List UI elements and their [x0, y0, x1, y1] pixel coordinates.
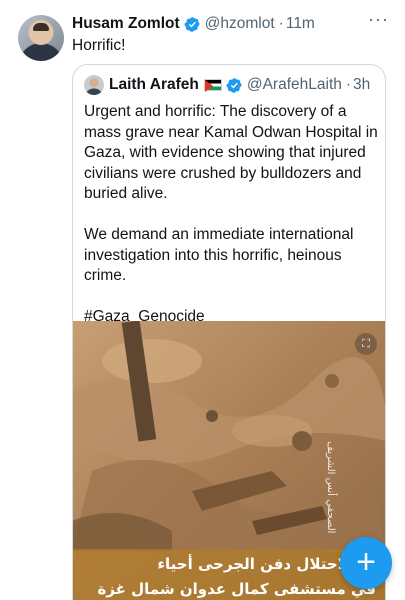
- compose-button[interactable]: +: [340, 537, 392, 589]
- quoted-author-handle[interactable]: @ArafehLaith: [247, 76, 342, 94]
- quoted-time-separator: ·: [345, 76, 352, 93]
- caption-line-1: الاحتلال دفن الجرحى أحياء: [157, 555, 354, 573]
- quoted-author-name[interactable]: Laith Arafeh: [109, 76, 199, 94]
- caption-line-2: في مستشفى كمال عدوان شمال غزة: [97, 580, 376, 598]
- quoted-tweet-header: Laith Arafeh @ArafehLaith · 3h: [84, 74, 370, 96]
- palestine-flag-icon: [203, 79, 222, 92]
- quoted-tweet-time[interactable]: 3h: [353, 76, 370, 94]
- media-watermark-icon: ⛶: [355, 333, 377, 355]
- author-name[interactable]: Husam Zomlot: [72, 15, 180, 33]
- quoted-tweet[interactable]: Laith Arafeh @ArafehLaith · 3h Urgent an…: [72, 64, 386, 600]
- author-avatar[interactable]: [18, 15, 64, 61]
- quoted-media-video[interactable]: ⛶ الصحفي أنس الشريف الاحتلال دفن الجرحى …: [73, 321, 385, 600]
- quoted-paragraph: Urgent and horrific: The discovery of a …: [84, 103, 378, 202]
- tweet-time[interactable]: 11m: [286, 15, 315, 33]
- time-separator: ·: [278, 15, 284, 32]
- verified-badge-icon: [226, 77, 242, 93]
- media-side-text: الصحفي أنس الشريف: [325, 441, 336, 534]
- tweet-header: Husam Zomlot @hzomlot · 11m: [72, 13, 315, 35]
- quoted-tweet-text: Urgent and horrific: The discovery of a …: [84, 102, 380, 328]
- media-caption: الاحتلال دفن الجرحى أحياء في مستشفى كمال…: [73, 549, 385, 600]
- quoted-paragraph: We demand an immediate international inv…: [84, 226, 354, 284]
- author-handle[interactable]: @hzomlot: [205, 15, 275, 33]
- quoted-author-avatar[interactable]: [84, 75, 104, 95]
- tweet-text: Horrific!: [72, 37, 126, 54]
- verified-badge-icon: [184, 16, 200, 32]
- tweet[interactable]: Husam Zomlot @hzomlot · 11m ··· Horrific…: [0, 0, 405, 600]
- more-icon[interactable]: ···: [368, 10, 388, 32]
